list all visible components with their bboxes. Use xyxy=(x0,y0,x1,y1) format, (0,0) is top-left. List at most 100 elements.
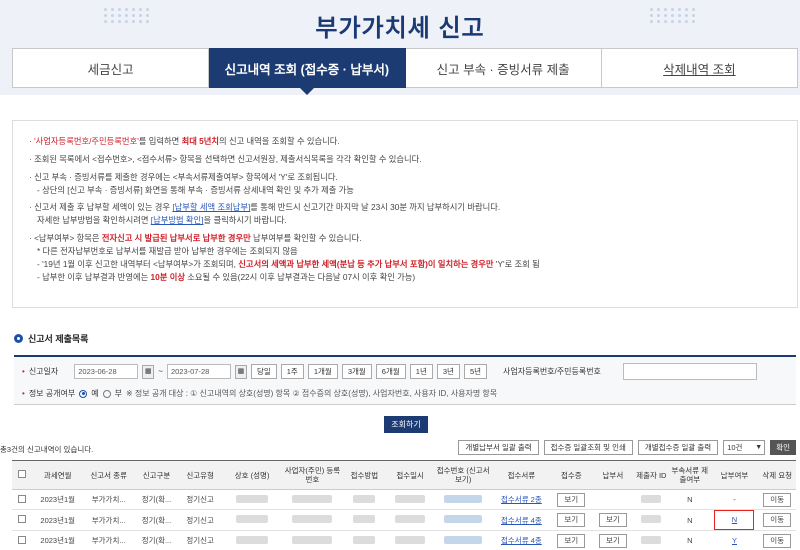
redacted-receipt-no[interactable] xyxy=(444,535,483,544)
col-header: 접수일시 xyxy=(386,460,435,490)
cell-attach: N xyxy=(669,530,711,550)
col-header: 사업자(주민) 등록번호 xyxy=(282,460,343,490)
required-mark: • xyxy=(22,367,25,376)
paid-status-link[interactable]: N xyxy=(732,515,737,524)
tab-attachments[interactable]: 신고 부속 · 증빙서류 제출 xyxy=(405,48,602,88)
print-individual-payment-button[interactable]: 개별납부서 일괄 출력 xyxy=(458,440,539,455)
id-label: 사업자등록번호/주민등록번호 xyxy=(503,367,601,376)
paid-status-link[interactable]: Y xyxy=(732,536,737,545)
receipt-print-button[interactable]: 접수증 일괄조회 및 인쇄 xyxy=(543,440,633,455)
col-header: 접수번호 (신고서보기) xyxy=(434,460,493,490)
col-header: 접수증 xyxy=(550,460,593,490)
period-button[interactable]: 1년 xyxy=(409,364,433,379)
result-count: 총3건의 신고내역이 있습니다. xyxy=(0,445,94,454)
required-mark: • xyxy=(22,389,25,398)
cell-period: 2023년1월 xyxy=(32,530,83,550)
tab-deleted-label: 삭제내역 조회 xyxy=(663,62,736,77)
table-row: 2023년1월 부가가치... 정기(확... 정기신고 접수서류 4종 보기 … xyxy=(12,530,796,550)
info-line: - '19년 1월 이후 신고한 내역부터 <납부여부>가 조회되며, 신고서의… xyxy=(37,258,540,269)
cell-division: 정기(확... xyxy=(134,530,179,550)
info-line: · 신고서 제출 후 납부할 세액이 있는 경우 [납부할 세액 조회납부]를 … xyxy=(29,202,501,213)
col-header: 신고유형 xyxy=(178,460,222,490)
period-button[interactable]: 당일 xyxy=(250,364,277,379)
business-id-input[interactable] xyxy=(622,363,757,380)
redacted-id xyxy=(292,535,333,544)
period-button[interactable]: 5년 xyxy=(463,364,488,379)
period-button[interactable]: 6개월 xyxy=(375,364,406,379)
cell-type: 정기신고 xyxy=(178,489,222,510)
cell-kind: 부가가치... xyxy=(82,530,135,550)
period-button[interactable]: 3년 xyxy=(436,364,460,379)
public-no-radio[interactable] xyxy=(102,389,111,398)
redacted-receipt-no[interactable] xyxy=(444,515,483,523)
cell-period: 2023년1월 xyxy=(32,509,83,531)
page-size-select[interactable]: 10건 ▼ xyxy=(723,440,766,455)
tab-deleted-history[interactable]: 삭제내역 조회 xyxy=(601,48,798,88)
cell-type: 정기신고 xyxy=(178,509,222,531)
print-individual-receipt-button[interactable]: 개별접수증 일괄 출력 xyxy=(637,440,719,455)
col-header: 납부여부 xyxy=(710,460,759,490)
row-checkbox[interactable] xyxy=(18,515,27,523)
pay-method-link[interactable]: [납부방법 확인] xyxy=(151,215,204,225)
date-from-input[interactable]: 2023-06-28 xyxy=(74,364,139,379)
info-line: · '사업자등록번호/주민등록번호'를 입력하면 최대 5년치의 신고 내역을 … xyxy=(29,136,340,146)
redacted-name xyxy=(236,494,269,503)
info-line: - 납부한 이후 납부결과 반영에는 10분 이상 소요될 수 있음(22시 이… xyxy=(37,271,416,282)
redacted-method xyxy=(353,535,376,544)
search-button[interactable]: 조회하기 xyxy=(384,416,428,433)
period-button[interactable]: 1주 xyxy=(280,364,304,379)
redacted-datetime xyxy=(395,494,426,503)
cell-attach: N xyxy=(669,489,711,510)
date-to-input[interactable]: 2023-07-28 xyxy=(166,364,231,379)
redacted-submitter xyxy=(641,494,662,503)
cell-division: 정기(확... xyxy=(134,489,179,510)
cell-period: 2023년1월 xyxy=(32,489,83,510)
payment-view-button[interactable]: 보기 xyxy=(598,533,627,548)
info-line: · <납부여부> 항목은 전자신고 시 발급된 납부서로 납부한 경우만 납부여… xyxy=(29,233,362,244)
calendar-icon[interactable]: ▦ xyxy=(142,364,155,379)
payment-view-button[interactable]: 보기 xyxy=(598,513,627,527)
receipt-view-button[interactable]: 보기 xyxy=(557,533,586,548)
public-yes-radio[interactable] xyxy=(79,389,88,398)
row-checkbox[interactable] xyxy=(18,535,27,544)
row-checkbox[interactable] xyxy=(18,494,27,503)
cell-kind: 부가가치... xyxy=(82,509,135,531)
period-button[interactable]: 3개월 xyxy=(341,364,372,379)
redacted-id xyxy=(292,515,333,523)
section-title: 신고서 제출목록 xyxy=(14,332,88,345)
redacted-method xyxy=(353,494,376,503)
cell-payment xyxy=(592,489,634,510)
docs-link[interactable]: 접수서류 4종 xyxy=(501,536,542,545)
redacted-submitter xyxy=(641,535,662,544)
info-line: · 신고 부속 · 증빙서류를 제출한 경우에는 <부속서류제출여부> 항목에서… xyxy=(29,171,338,182)
delete-request-button[interactable]: 이동 xyxy=(763,513,792,527)
redacted-method xyxy=(353,515,376,523)
receipt-view-button[interactable]: 보기 xyxy=(557,492,586,507)
tab-tax-filing[interactable]: 세금신고 xyxy=(12,48,210,88)
delete-request-button[interactable]: 이동 xyxy=(763,492,792,507)
docs-link[interactable]: 접수서류 2종 xyxy=(501,495,542,504)
calendar-icon[interactable]: ▦ xyxy=(234,364,247,379)
redacted-datetime xyxy=(395,515,426,523)
redacted-name xyxy=(236,515,269,523)
select-all-checkbox[interactable] xyxy=(18,470,27,478)
col-header: 신고서 종류 xyxy=(82,460,135,490)
redacted-id xyxy=(292,494,333,503)
docs-link[interactable]: 접수서류 4종 xyxy=(501,516,542,525)
receipt-view-button[interactable]: 보기 xyxy=(557,513,586,527)
tab-bar: 세금신고 신고내역 조회 (접수증 · 납부서) 신고 부속 · 증빙서류 제출… xyxy=(12,48,798,95)
cell-division: 정기(확... xyxy=(134,509,179,531)
pay-lookup-link[interactable]: [납부할 세액 조회납부] xyxy=(172,202,250,212)
confirm-button[interactable]: 확인 xyxy=(770,440,796,455)
search-panel: • 신고일자 2023-06-28 ▦ ~ 2023-07-28 ▦ 당일 1주… xyxy=(14,355,796,405)
delete-request-button[interactable]: 이동 xyxy=(763,533,792,548)
info-line: · 조회된 목록에서 <접수번호>, <접수서류> 항목을 선택하면 신고서원장… xyxy=(29,153,422,164)
period-button[interactable]: 1개월 xyxy=(307,364,338,379)
tab-filing-history[interactable]: 신고내역 조회 (접수증 · 납부서) xyxy=(209,48,406,95)
cell-kind: 부가가치... xyxy=(82,489,135,510)
chevron-down-icon: ▼ xyxy=(755,444,763,451)
redacted-receipt-no[interactable] xyxy=(444,494,483,503)
col-header: 납부서 xyxy=(592,460,634,490)
redacted-name xyxy=(236,535,269,544)
table-header-row: 과세연월 신고서 종류 신고구분 신고유형 상호 (성명) 사업자(주민) 등록… xyxy=(12,460,796,490)
